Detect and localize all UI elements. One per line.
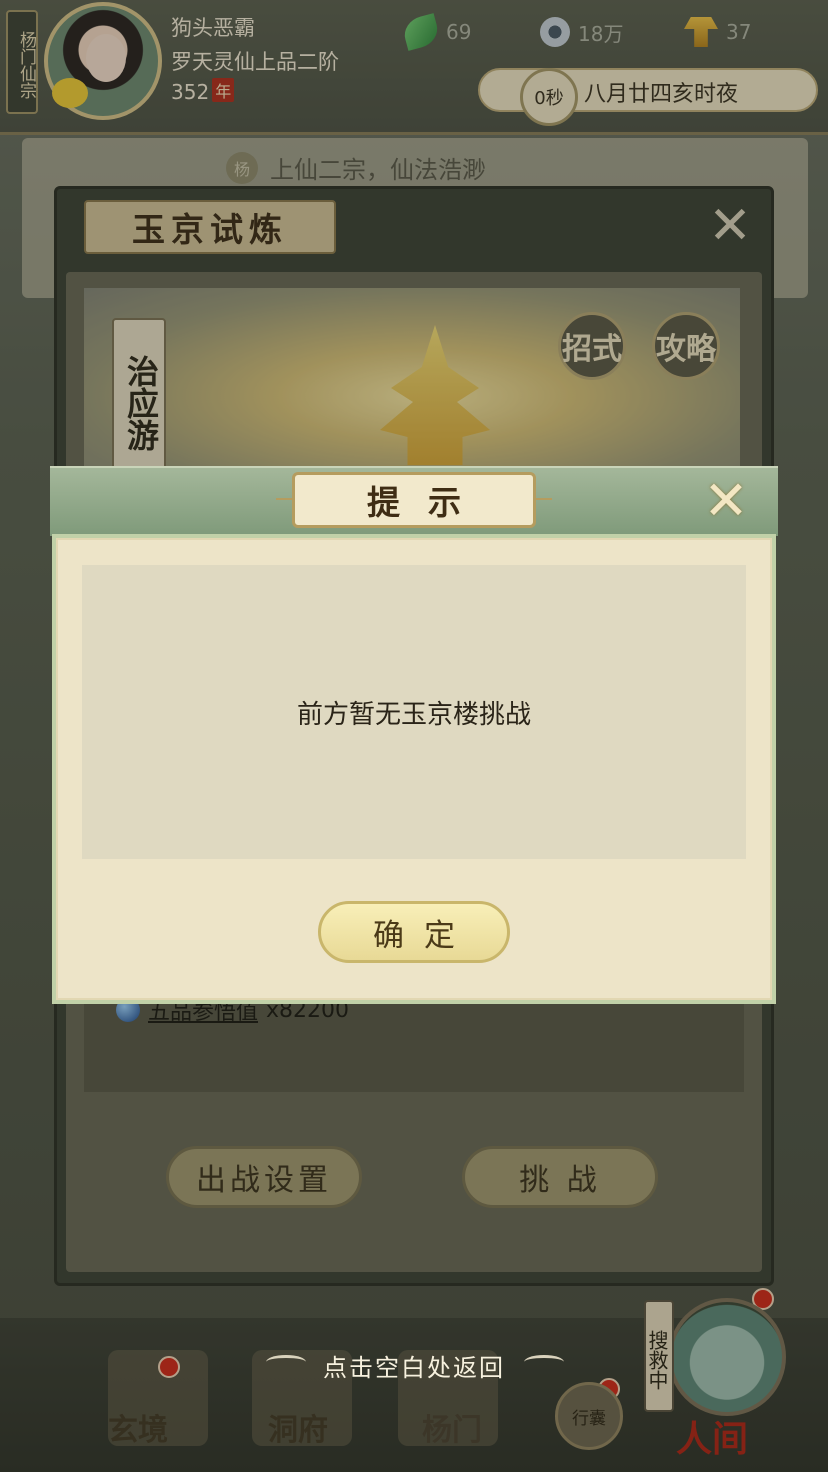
tap-to-return-hint: 点击空白处返回 bbox=[323, 1354, 505, 1382]
tip-message-box: 前方暂无玉京楼挑战 bbox=[82, 565, 746, 859]
close-icon[interactable]: ✕ bbox=[700, 474, 752, 528]
confirm-button[interactable]: 确定 bbox=[318, 901, 510, 963]
hint-ornament-right bbox=[524, 1355, 564, 1369]
tip-dialog-title: 提示 bbox=[292, 472, 536, 528]
title-ornament bbox=[534, 498, 552, 500]
tip-message: 前方暂无玉京楼挑战 bbox=[296, 699, 531, 730]
